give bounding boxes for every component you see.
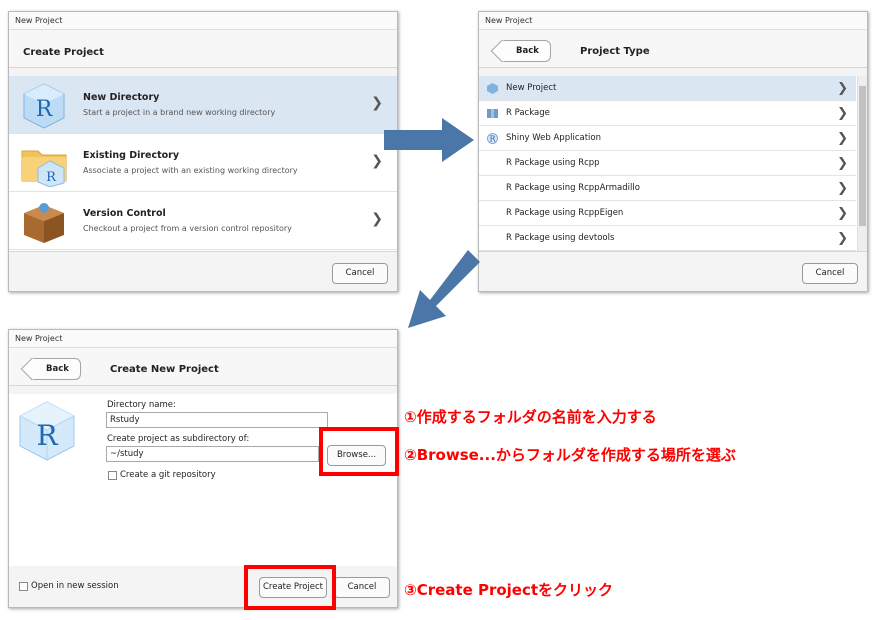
option-existing-directory[interactable]: R Existing Directory Associate a project…	[9, 134, 397, 192]
directory-name-label: Directory name:	[107, 400, 176, 410]
back-button[interactable]: Back	[31, 358, 81, 380]
dialog-footer: Cancel	[479, 251, 867, 291]
box-icon	[24, 203, 64, 243]
browse-highlight-box	[319, 427, 399, 476]
subdirectory-input[interactable]: ~/study	[106, 446, 319, 462]
dialog-footer: Cancel	[9, 251, 397, 291]
r-cube-icon: R	[19, 401, 75, 461]
annotation-step-1: ①作成するフォルダの名前を入力する	[404, 408, 657, 426]
item-label: R Package	[506, 108, 550, 118]
option-description: Checkout a project from a version contro…	[83, 224, 292, 233]
dialog-header: Back Project Type	[479, 30, 867, 68]
dialog-footer: Open in new session Create Project Cance…	[9, 566, 397, 607]
chevron-right-icon: ❯	[371, 211, 383, 227]
cancel-button[interactable]: Cancel	[332, 263, 388, 284]
svg-text:R: R	[36, 419, 58, 452]
chevron-right-icon: ❯	[837, 156, 848, 171]
chevron-right-icon: ❯	[837, 131, 848, 146]
chevron-right-icon: ❯	[837, 206, 848, 221]
svg-text:R: R	[489, 135, 496, 144]
chevron-right-icon: ❯	[371, 95, 383, 111]
list-item[interactable]: R Package using RcppEigen ❯	[479, 201, 856, 226]
window-title: New Project	[9, 12, 397, 30]
arrow-down-left-icon	[408, 250, 480, 328]
cancel-button[interactable]: Cancel	[802, 263, 858, 284]
chevron-right-icon: ❯	[837, 81, 848, 96]
form-body: R Directory name: Rstudy Create project …	[9, 394, 397, 568]
page-title: Create New Project	[110, 364, 219, 375]
option-description: Associate a project with an existing wor…	[83, 166, 298, 175]
project-type-list: New Project ❯ R Package ❯ R Shiny Web Ap…	[479, 76, 867, 252]
dialog-header: Create Project	[9, 30, 397, 68]
option-description: Start a project in a brand new working d…	[83, 108, 276, 117]
list-scrollbar[interactable]	[857, 76, 867, 252]
option-version-control[interactable]: Version Control Checkout a project from …	[9, 192, 397, 250]
item-label: New Project	[506, 83, 557, 93]
cancel-button[interactable]: Cancel	[334, 577, 390, 598]
project-option-list: R New Directory Start a project in a bra…	[9, 76, 397, 252]
r-cube-icon: R	[23, 83, 65, 129]
shiny-r-icon: R	[487, 133, 498, 144]
item-label: R Package using RcppArmadillo	[506, 183, 640, 193]
window-title: New Project	[479, 12, 867, 30]
window-title: New Project	[9, 330, 397, 348]
back-button[interactable]: Back	[501, 40, 551, 62]
chevron-right-icon: ❯	[837, 181, 848, 196]
list-item[interactable]: R Package using RcppArmadillo ❯	[479, 176, 856, 201]
package-icon	[487, 109, 498, 118]
list-item[interactable]: R Package using Rcpp ❯	[479, 151, 856, 176]
svg-text:R: R	[46, 170, 57, 185]
page-title: Create Project	[23, 47, 104, 58]
create-project-highlight-box	[244, 565, 336, 610]
arrow-right-icon	[384, 118, 474, 162]
directory-name-input[interactable]: Rstudy	[106, 412, 328, 428]
chevron-right-icon: ❯	[837, 231, 848, 246]
svg-text:R: R	[36, 97, 54, 122]
git-checkbox-label: Create a git repository	[120, 470, 216, 480]
option-name: New Directory	[83, 92, 160, 103]
annotation-step-2: ②Browse...からフォルダを作成する場所を選ぶ	[404, 446, 736, 464]
r-cube-icon	[487, 83, 498, 94]
dialog-header: Back Create New Project	[9, 348, 397, 386]
page-title: Project Type	[580, 46, 650, 57]
chevron-right-icon: ❯	[371, 153, 383, 169]
open-session-checkbox[interactable]	[19, 582, 28, 591]
open-session-label: Open in new session	[31, 581, 119, 591]
option-name: Version Control	[83, 208, 166, 219]
option-new-directory[interactable]: R New Directory Start a project in a bra…	[9, 76, 397, 134]
item-label: R Package using Rcpp	[506, 158, 600, 168]
list-item[interactable]: R Shiny Web Application ❯	[479, 126, 856, 151]
annotation-step-3: ③Create Projectをクリック	[404, 581, 614, 599]
list-item[interactable]: R Package ❯	[479, 101, 856, 126]
create-project-dialog: New Project Create Project R New Directo…	[8, 11, 398, 292]
list-item[interactable]: New Project ❯	[479, 76, 856, 101]
item-label: R Package using RcppEigen	[506, 208, 624, 218]
item-label: R Package using devtools	[506, 233, 615, 243]
project-type-dialog: New Project Back Project Type New Projec…	[478, 11, 868, 292]
scrollbar-thumb[interactable]	[859, 86, 866, 226]
chevron-right-icon: ❯	[837, 106, 848, 121]
folder-r-icon: R	[21, 150, 67, 187]
item-label: Shiny Web Application	[506, 133, 601, 143]
option-name: Existing Directory	[83, 150, 180, 161]
list-item[interactable]: R Package using devtools ❯	[479, 226, 856, 251]
git-checkbox[interactable]	[108, 471, 117, 480]
subdirectory-label: Create project as subdirectory of:	[107, 434, 250, 444]
